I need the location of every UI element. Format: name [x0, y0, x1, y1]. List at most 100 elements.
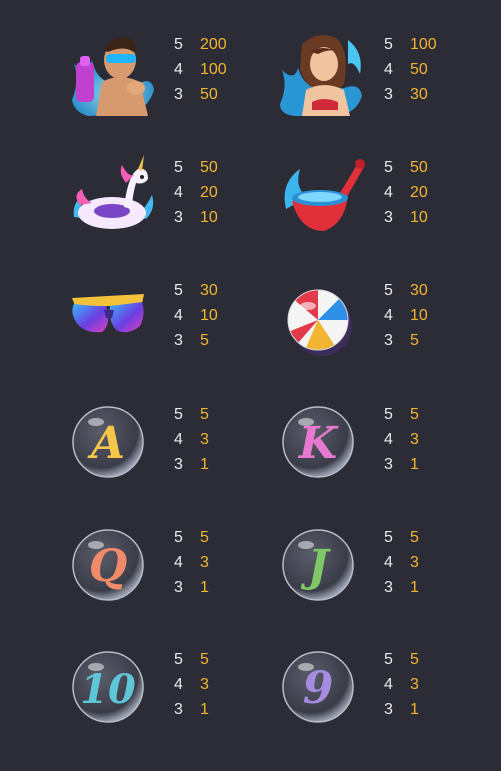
match-count: 4 [384, 61, 393, 78]
bubble-q-icon: Q [68, 523, 158, 613]
bubble-letter-text: K [297, 418, 339, 469]
pay-row: 5 50 [384, 155, 428, 180]
payout-value: 10 [410, 307, 428, 324]
payout-value: 100 [200, 61, 227, 78]
pay-row: 31 [384, 452, 419, 477]
paytable-entry-j: J 55 43 31 [278, 523, 501, 623]
pay-row: 5 200 [174, 32, 227, 57]
pay-row: 31 [384, 575, 419, 600]
match-count: 3 [174, 456, 183, 473]
payout-value: 1 [200, 579, 209, 596]
pay-row: 4 10 [384, 303, 428, 328]
match-count: 5 [384, 529, 393, 546]
paytable-entry-q: Q 55 43 31 [68, 523, 298, 623]
pay-table: 5 50 4 20 3 10 [174, 155, 218, 230]
payout-value: 50 [200, 86, 218, 103]
beach-ball-icon [278, 276, 368, 366]
pay-table: 55 43 31 [174, 525, 209, 600]
pay-row: 43 [384, 550, 419, 575]
match-count: 5 [174, 529, 183, 546]
match-count: 5 [174, 282, 183, 299]
match-count: 3 [384, 701, 393, 718]
payout-value: 3 [410, 676, 419, 693]
bubble-letter-text: Q [89, 541, 127, 592]
water-bucket-icon [278, 153, 368, 243]
payout-value: 30 [410, 86, 428, 103]
pay-row: 43 [174, 550, 209, 575]
payout-value: 5 [200, 651, 209, 668]
payout-value: 10 [200, 209, 218, 226]
payout-value: 1 [200, 456, 209, 473]
pay-row: 55 [384, 647, 419, 672]
match-count: 3 [384, 456, 393, 473]
pay-table: 5 50 4 20 3 10 [384, 155, 428, 230]
pay-table: 55 43 31 [384, 647, 419, 722]
pay-row: 43 [384, 672, 419, 697]
match-count: 3 [174, 701, 183, 718]
match-count: 5 [384, 282, 393, 299]
match-count: 5 [384, 406, 393, 423]
match-count: 4 [384, 184, 393, 201]
payout-value: 5 [410, 406, 419, 423]
bubble-a-icon: A [68, 400, 158, 490]
pay-row: 5 30 [384, 278, 428, 303]
payout-value: 5 [410, 651, 419, 668]
pay-row: 35 [174, 328, 218, 353]
bubble-letter-text: 10 [80, 666, 136, 713]
pay-row: 43 [384, 427, 419, 452]
payout-value: 3 [200, 676, 209, 693]
payout-value: 5 [200, 529, 209, 546]
pay-row: 5 100 [384, 32, 437, 57]
match-count: 3 [384, 332, 393, 349]
match-count: 5 [174, 159, 183, 176]
match-count: 4 [384, 431, 393, 448]
match-count: 3 [174, 579, 183, 596]
match-count: 3 [384, 209, 393, 226]
match-count: 5 [384, 651, 393, 668]
payout-value: 3 [200, 431, 209, 448]
payout-value: 1 [410, 456, 419, 473]
match-count: 5 [174, 406, 183, 423]
pay-table: 5 200 4 100 3 50 [174, 32, 227, 107]
pay-table: 5 30 4 10 3 5 [384, 278, 428, 353]
match-count: 5 [384, 36, 393, 53]
pay-row: 3 10 [174, 205, 218, 230]
pay-row: 5 30 [174, 278, 218, 303]
pay-row: 55 [384, 402, 419, 427]
match-count: 4 [174, 431, 183, 448]
match-count: 4 [174, 61, 183, 78]
pay-row: 55 [174, 402, 209, 427]
unicorn-float-icon [68, 153, 158, 243]
pay-row: 3 50 [174, 82, 227, 107]
payout-value: 30 [410, 282, 428, 299]
pay-row: 55 [384, 525, 419, 550]
paytable-entry-bucket: 5 50 4 20 3 10 [278, 153, 501, 253]
paytable-entry-woman: 5 100 4 50 3 30 [278, 30, 501, 130]
payout-value: 5 [200, 332, 209, 349]
pay-table: 55 43 31 [384, 525, 419, 600]
pay-table: 5 100 4 50 3 30 [384, 32, 437, 107]
paytable-entry-beach-ball: 5 30 4 10 3 5 [278, 276, 501, 376]
pay-row: 5 50 [174, 155, 218, 180]
match-count: 3 [174, 332, 183, 349]
bubble-k-icon: K [278, 400, 368, 490]
pay-row: 31 [174, 697, 209, 722]
paytable-entry-9: 9 55 43 31 [278, 645, 501, 745]
payout-value: 20 [200, 184, 218, 201]
pay-table: 55 43 31 [174, 647, 209, 722]
pay-row: 3 10 [384, 205, 428, 230]
match-count: 3 [384, 579, 393, 596]
payout-value: 30 [200, 282, 218, 299]
paytable-entry-man: 5 200 4 100 3 50 [68, 30, 298, 130]
paytable-grid: 5 200 4 100 3 50 5 100 4 50 3 30 5 50 4 … [0, 0, 501, 771]
pay-row: 31 [174, 575, 209, 600]
payout-value: 50 [200, 159, 218, 176]
pay-table: 55 43 31 [174, 402, 209, 477]
match-count: 5 [174, 36, 183, 53]
bubble-letter-text: 9 [303, 663, 334, 714]
bubble-letter-text: A [87, 418, 125, 469]
man-with-water-gun-icon [68, 30, 158, 120]
paytable-entry-goggles: 5 30 4 10 35 [68, 276, 298, 376]
match-count: 3 [384, 86, 393, 103]
pay-row: 4 50 [384, 57, 437, 82]
